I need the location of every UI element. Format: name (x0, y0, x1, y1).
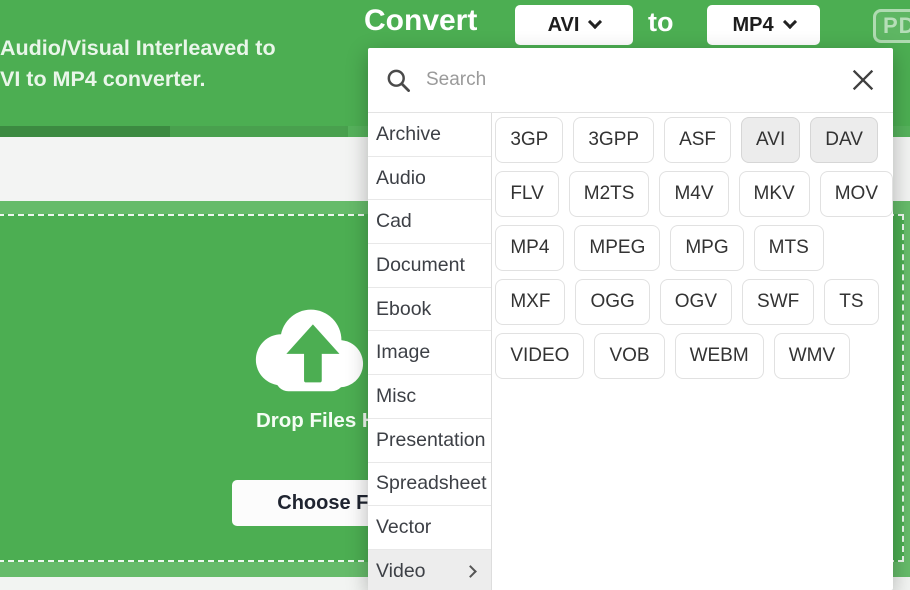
category-item-audio[interactable]: Audio (368, 157, 491, 201)
category-label: Misc (376, 385, 416, 408)
convert-label: Convert (364, 4, 477, 38)
search-bar (368, 48, 893, 113)
format-button-avi[interactable]: AVI (741, 117, 800, 163)
format-picker-panel: Archive Audio Cad Document Ebook Image Misc Pre… (368, 48, 893, 590)
format-button-asf[interactable]: ASF (664, 117, 731, 163)
search-input[interactable] (426, 48, 846, 111)
category-label: Archive (376, 123, 441, 146)
category-item-vector[interactable]: Vector (368, 506, 491, 550)
format-button-swf[interactable]: SWF (742, 279, 814, 325)
search-icon (385, 67, 412, 94)
category-item-archive[interactable]: Archive (368, 113, 491, 157)
category-item-misc[interactable]: Misc (368, 375, 491, 419)
page-title-line2: VI to MP4 converter. (0, 64, 276, 95)
category-item-video[interactable]: Video (368, 550, 491, 590)
format-row: MXFOGGOGVSWFTS (495, 279, 893, 325)
cloud-upload-icon (248, 302, 366, 394)
format-button-mpeg[interactable]: MPEG (574, 225, 660, 271)
page-title-line1: Audio/Visual Interleaved to (0, 33, 276, 64)
to-format-select[interactable]: MP4 (707, 5, 820, 45)
format-button-webm[interactable]: WEBM (675, 333, 764, 379)
format-button-mp4[interactable]: MP4 (495, 225, 564, 271)
format-row: FLVM2TSM4VMKVMOV (495, 171, 893, 217)
format-button-ogv[interactable]: OGV (660, 279, 732, 325)
category-label: Ebook (376, 298, 431, 321)
category-label: Cad (376, 210, 412, 233)
format-button-mpg[interactable]: MPG (670, 225, 743, 271)
category-item-presentation[interactable]: Presentation (368, 419, 491, 463)
page-title: Audio/Visual Interleaved to VI to MP4 co… (0, 33, 276, 95)
category-label: Document (376, 254, 465, 277)
format-button-3gp[interactable]: 3GP (495, 117, 563, 163)
close-icon[interactable] (849, 66, 877, 94)
category-label: Video (376, 560, 426, 583)
category-item-image[interactable]: Image (368, 331, 491, 375)
format-grid: 3GP3GPPASFAVIDAVFLVM2TSM4VMKVMOVMP4MPEGM… (492, 113, 893, 590)
format-button-flv[interactable]: FLV (495, 171, 558, 217)
chevron-right-icon (464, 565, 477, 578)
from-format-select[interactable]: AVI (515, 5, 633, 45)
format-button-mts[interactable]: MTS (754, 225, 824, 271)
format-button-mov[interactable]: MOV (820, 171, 893, 217)
chevron-down-icon (588, 15, 602, 29)
to-format-value: MP4 (732, 14, 773, 37)
pdf-logo[interactable]: PDF (873, 9, 910, 43)
category-item-cad[interactable]: Cad (368, 200, 491, 244)
category-item-ebook[interactable]: Ebook (368, 288, 491, 332)
format-button-ts[interactable]: TS (824, 279, 878, 325)
category-label: Audio (376, 167, 426, 190)
category-item-spreadsheet[interactable]: Spreadsheet (368, 463, 491, 507)
format-row: VIDEOVOBWEBMWMV (495, 333, 893, 379)
format-button-wmv[interactable]: WMV (774, 333, 850, 379)
category-label: Presentation (376, 429, 486, 452)
format-button-mxf[interactable]: MXF (495, 279, 565, 325)
format-button-video[interactable]: VIDEO (495, 333, 584, 379)
format-button-m2ts[interactable]: M2TS (569, 171, 650, 217)
format-row: MP4MPEGMPGMTS (495, 225, 893, 271)
format-button-mkv[interactable]: MKV (739, 171, 810, 217)
format-button-3gpp[interactable]: 3GPP (573, 117, 654, 163)
category-label: Vector (376, 516, 431, 539)
progress-segment-dark (0, 126, 170, 137)
from-format-value: AVI (548, 14, 580, 37)
category-list: Archive Audio Cad Document Ebook Image Misc Pre… (368, 113, 492, 590)
format-button-dav[interactable]: DAV (810, 117, 878, 163)
category-item-document[interactable]: Document (368, 244, 491, 288)
format-button-ogg[interactable]: OGG (575, 279, 649, 325)
format-button-vob[interactable]: VOB (594, 333, 664, 379)
progress-segment-mid (170, 126, 348, 137)
to-label: to (648, 7, 673, 38)
chevron-down-icon (782, 15, 796, 29)
format-row: 3GP3GPPASFAVIDAV (495, 117, 893, 163)
panel-body: Archive Audio Cad Document Ebook Image Misc Pre… (368, 113, 893, 590)
format-button-m4v[interactable]: M4V (659, 171, 728, 217)
category-label: Image (376, 341, 430, 364)
category-label: Spreadsheet (376, 472, 487, 495)
